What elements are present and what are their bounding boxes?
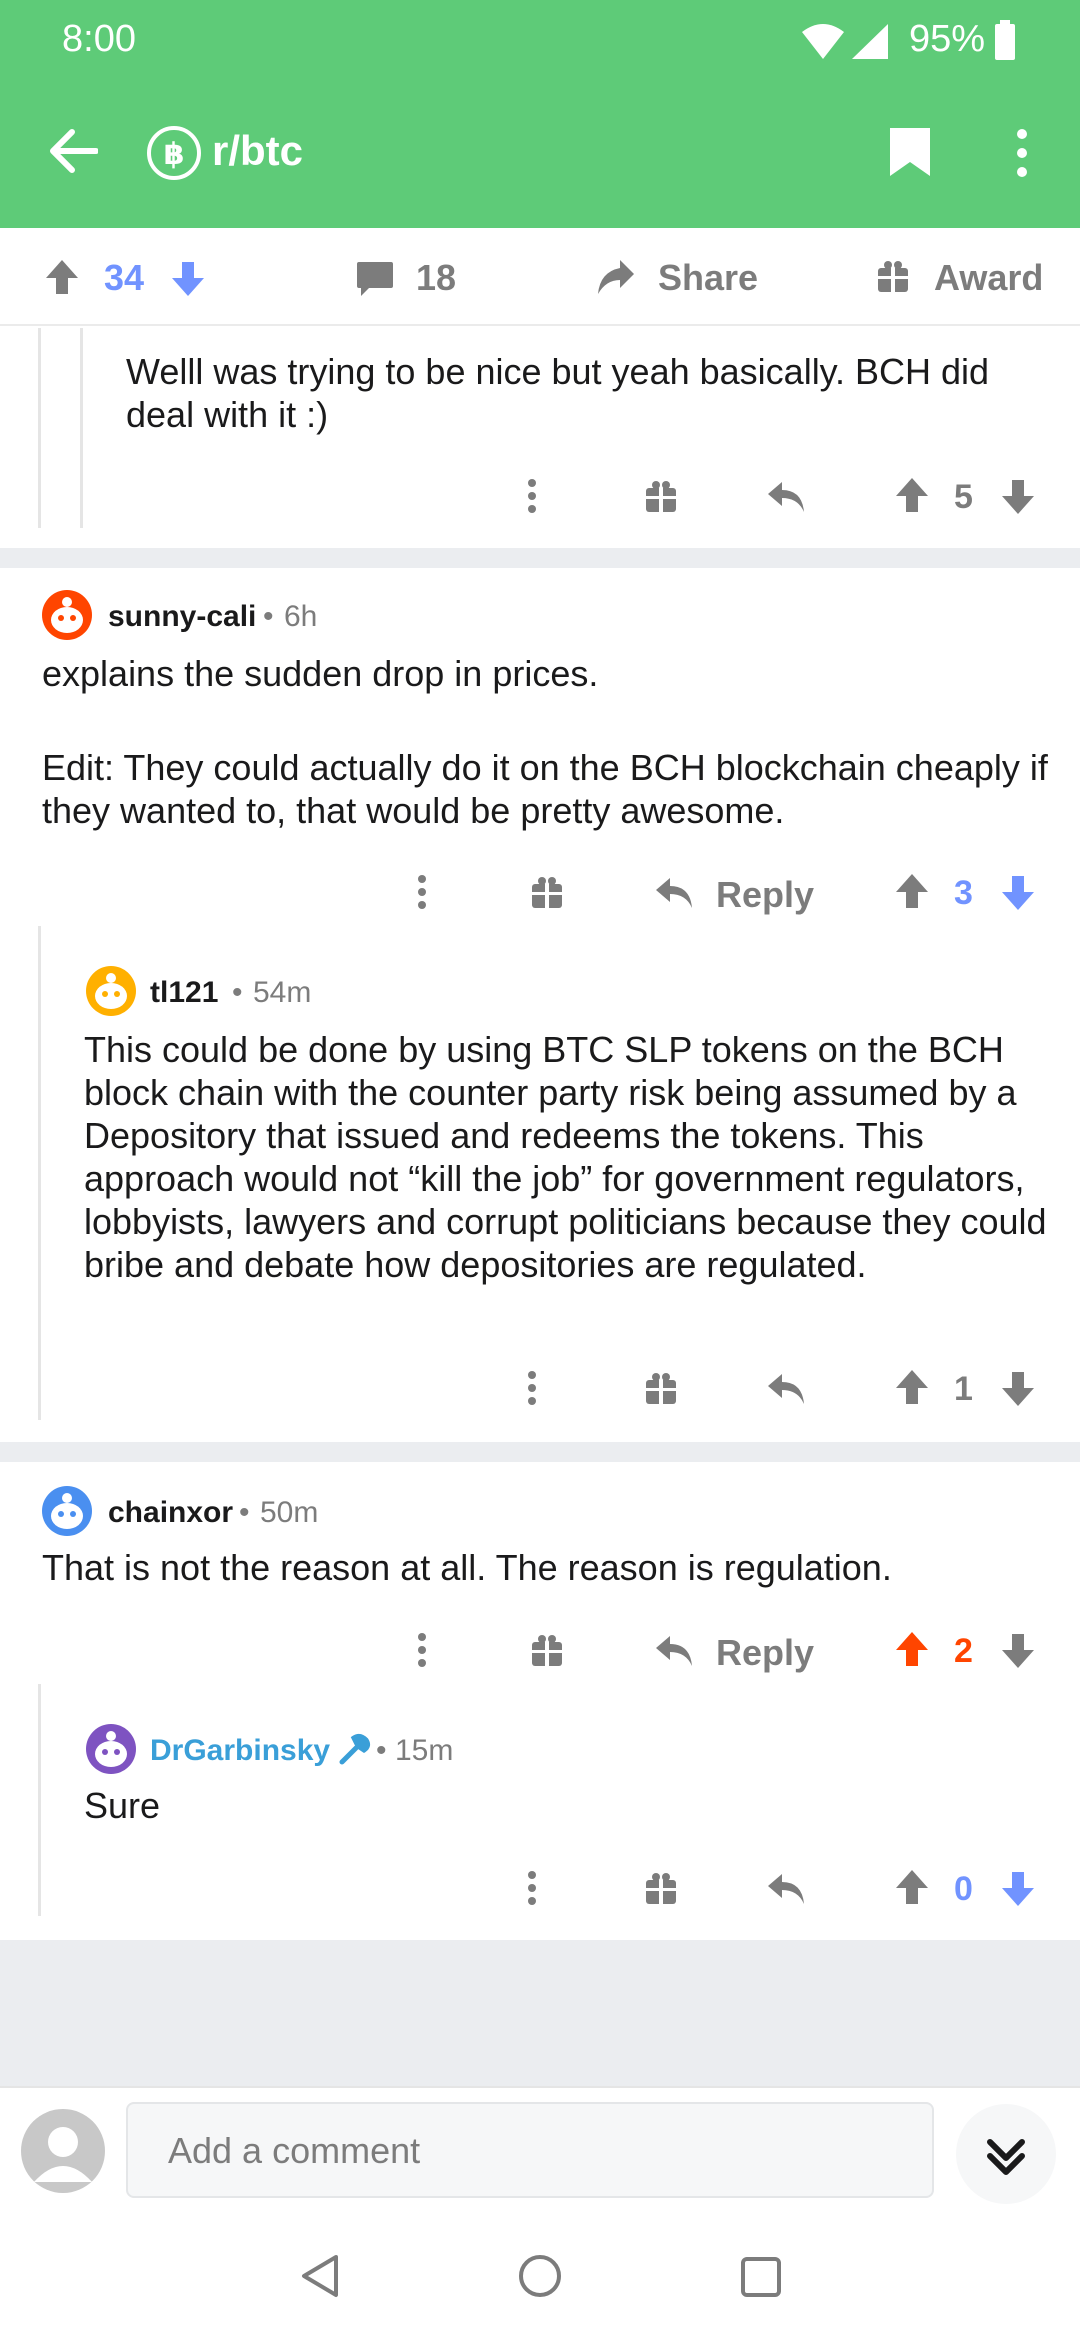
- comment-username[interactable]: tl121: [150, 976, 218, 1010]
- more-options-icon[interactable]: [416, 874, 428, 910]
- upvote-icon[interactable]: [894, 1630, 930, 1668]
- upvote-icon[interactable]: [44, 258, 80, 296]
- avatar[interactable]: [84, 1722, 138, 1776]
- downvote-icon[interactable]: [1000, 874, 1036, 912]
- user-avatar-icon[interactable]: [20, 2108, 106, 2194]
- svg-text:฿: ฿: [164, 137, 185, 172]
- thread-line: [38, 328, 41, 528]
- comment-body: That is not the reason at all. The reaso…: [42, 1547, 892, 1588]
- reply-icon[interactable]: [766, 480, 806, 514]
- downvote-icon[interactable]: [1000, 1870, 1036, 1908]
- nav-recents-icon[interactable]: [740, 2256, 782, 2298]
- reply-button[interactable]: Reply: [716, 1632, 814, 1674]
- meta-separator: •: [263, 600, 274, 633]
- wifi-icon: [800, 22, 846, 60]
- collapse-chevron-icon[interactable]: [956, 2104, 1056, 2204]
- post-score: 34: [104, 257, 145, 298]
- share-button[interactable]: Share: [658, 257, 758, 299]
- comment-score: 3: [954, 874, 973, 912]
- status-time: 8:00: [62, 18, 136, 60]
- upvote-icon[interactable]: [894, 1868, 930, 1906]
- comment-body: This could be done by using BTC SLP toke…: [84, 1029, 1047, 1285]
- avatar[interactable]: [84, 964, 138, 1018]
- award-icon[interactable]: [644, 480, 678, 514]
- comment-username[interactable]: chainxor: [108, 1496, 233, 1530]
- comment-icon[interactable]: [355, 260, 395, 298]
- battery-percent: 95%: [909, 18, 986, 60]
- more-options-icon[interactable]: [526, 1870, 538, 1906]
- thread-line: [80, 328, 83, 528]
- reply-icon[interactable]: [654, 1634, 694, 1668]
- back-arrow-icon[interactable]: [48, 128, 98, 174]
- subreddit-name[interactable]: r/btc: [212, 127, 303, 175]
- reply-icon[interactable]: [766, 1872, 806, 1906]
- downvote-icon[interactable]: [170, 260, 206, 298]
- award-icon[interactable]: [530, 1634, 564, 1668]
- thread-line: [38, 926, 41, 1420]
- award-icon[interactable]: [530, 876, 564, 910]
- downvote-icon[interactable]: [1000, 1632, 1036, 1670]
- award-icon[interactable]: [644, 1872, 678, 1906]
- more-options-icon[interactable]: [416, 1632, 428, 1668]
- downvote-icon[interactable]: [1000, 478, 1036, 516]
- comment-body: explains the sudden drop in prices. Edit…: [42, 652, 1052, 832]
- avatar[interactable]: [40, 1484, 94, 1538]
- comment-body: Sure: [84, 1785, 161, 1826]
- more-options-icon[interactable]: [1014, 128, 1030, 178]
- more-options-icon[interactable]: [526, 478, 538, 514]
- comment-age: 15m: [395, 1734, 454, 1767]
- comment-divider: [0, 548, 1080, 568]
- upvote-icon[interactable]: [894, 872, 930, 910]
- reply-button[interactable]: Reply: [716, 874, 814, 916]
- comment-line: [42, 695, 1052, 746]
- meta-separator: •: [232, 976, 243, 1009]
- meta-separator: •: [376, 1734, 387, 1767]
- award-button[interactable]: Award: [934, 257, 1043, 299]
- moderator-shield-icon: [336, 1732, 372, 1768]
- award-icon[interactable]: [876, 260, 910, 294]
- comment-username[interactable]: DrGarbinsky: [150, 1734, 330, 1768]
- comment-age: 6h: [284, 600, 318, 633]
- share-icon[interactable]: [596, 258, 636, 296]
- feed-end-area: [0, 1940, 1080, 2086]
- subreddit-bitcoin-icon[interactable]: ฿: [146, 125, 202, 181]
- comment-count: 18: [416, 257, 457, 298]
- post-action-bar: 34 18 Share Award: [0, 228, 1080, 326]
- bookmark-icon[interactable]: [888, 126, 932, 178]
- more-options-icon[interactable]: [526, 1370, 538, 1406]
- comment-age: 54m: [253, 976, 312, 1009]
- nav-home-icon[interactable]: [518, 2254, 562, 2298]
- upvote-icon[interactable]: [894, 1368, 930, 1406]
- downvote-icon[interactable]: [1000, 1370, 1036, 1408]
- comment-score: 0: [954, 1870, 973, 1908]
- comment-age: 50m: [260, 1496, 319, 1529]
- comment-score: 2: [954, 1632, 973, 1670]
- comment-score: 5: [954, 478, 973, 516]
- comment-score: 1: [954, 1370, 973, 1408]
- comment-line: Edit: They could actually do it on the B…: [42, 747, 1048, 831]
- reply-icon[interactable]: [766, 1372, 806, 1406]
- reply-icon[interactable]: [654, 876, 694, 910]
- thread-line: [38, 1684, 41, 1916]
- comment-username[interactable]: sunny-cali: [108, 600, 256, 634]
- award-icon[interactable]: [644, 1372, 678, 1406]
- comment-body: Welll was trying to be nice but yeah bas…: [126, 351, 990, 435]
- comment-line: explains the sudden drop in prices.: [42, 653, 599, 694]
- upvote-icon[interactable]: [894, 476, 930, 514]
- add-comment-placeholder: Add a comment: [168, 2130, 421, 2171]
- signal-icon: [850, 22, 890, 60]
- comment-divider: [0, 1442, 1080, 1462]
- meta-separator: •: [239, 1496, 250, 1529]
- avatar[interactable]: [40, 588, 94, 642]
- nav-back-icon[interactable]: [300, 2254, 340, 2298]
- battery-icon: [995, 20, 1015, 60]
- app-header: 8:00 95% ฿ r/btc: [0, 0, 1080, 228]
